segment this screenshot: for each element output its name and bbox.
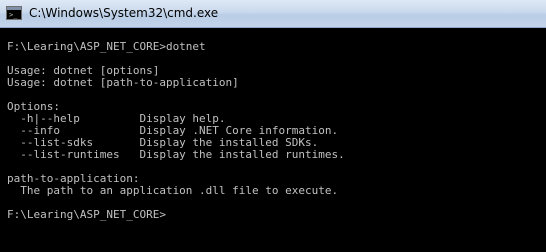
window-title: C:\Windows\System32\cmd.exe <box>29 6 219 20</box>
cmd-window: >_ C:\Windows\System32\cmd.exe F:\Learin… <box>0 0 546 252</box>
app-icon-titlebar-strip <box>7 7 21 10</box>
console-line-usage-path: Usage: dotnet [path-to-application] <box>7 76 239 89</box>
title-bar[interactable]: >_ C:\Windows\System32\cmd.exe <box>0 0 546 28</box>
console-line-option-list-runtimes: --list-runtimes Display the installed ru… <box>7 148 345 161</box>
console-output[interactable]: F:\Learing\ASP_NET_CORE>dotnet Usage: do… <box>0 29 546 252</box>
console-line-path-description: The path to an application .dll file to … <box>7 184 339 197</box>
cmd-console-icon[interactable]: >_ <box>6 6 22 20</box>
console-line-command: F:\Learing\ASP_NET_CORE>dotnet <box>7 40 206 53</box>
console-line-prompt[interactable]: F:\Learing\ASP_NET_CORE> <box>7 209 166 221</box>
app-icon-prompt-glyph: >_ <box>9 11 18 19</box>
